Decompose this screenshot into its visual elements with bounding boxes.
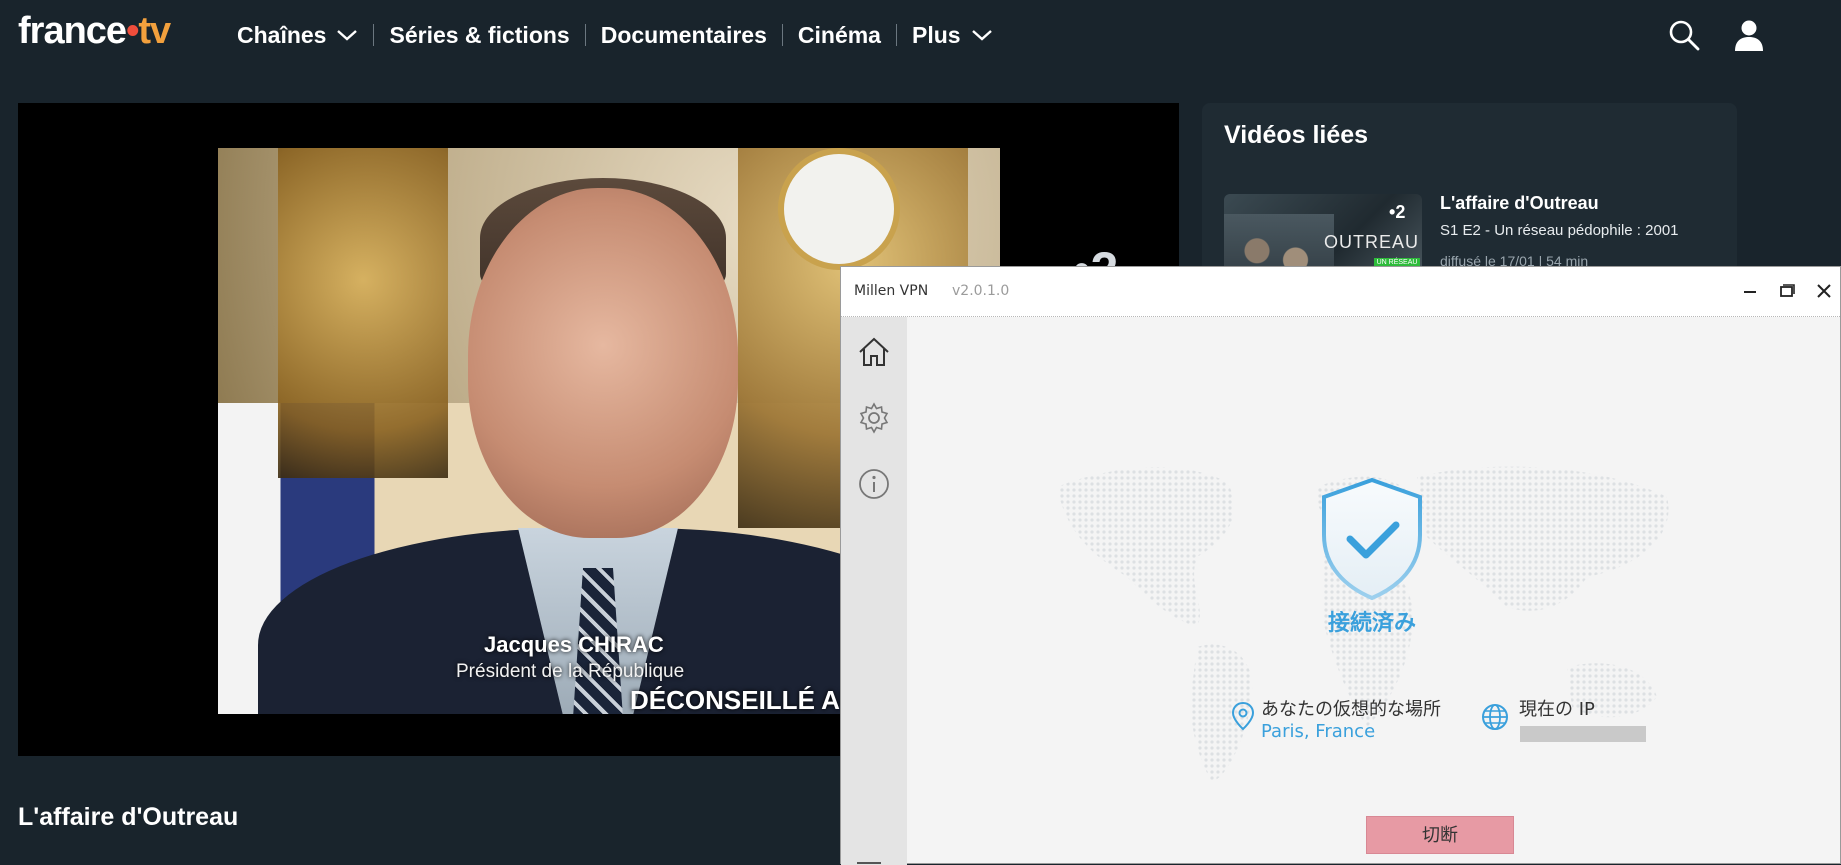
caption-role: Président de la République: [456, 661, 685, 682]
nav-item-plus[interactable]: Plus: [912, 22, 993, 49]
related-item-title[interactable]: L'affaire d'Outreau: [1440, 193, 1599, 214]
globe-icon: [1482, 704, 1508, 730]
vpn-titlebar[interactable]: Millen VPN v2.0.1.0: [841, 267, 1840, 317]
virtual-location-label: あなたの仮想的な場所: [1261, 699, 1441, 720]
vpn-main-panel: 接続済み あなたの仮想的な場所 Paris, France 現在の IP 切断: [907, 317, 1840, 865]
caption-name: Jacques CHIRAC: [484, 632, 664, 657]
francetv-logo[interactable]: france•tv: [18, 10, 171, 53]
nav-label: Cinéma: [797, 21, 881, 48]
search-icon[interactable]: [1667, 18, 1701, 52]
virtual-location-value: Paris, France: [1261, 721, 1376, 742]
info-icon[interactable]: [857, 467, 891, 501]
nav-item-chaines[interactable]: Chaînes: [237, 22, 358, 49]
related-thumbnail[interactable]: •2 OUTREAU UN RÉSEAU: [1224, 194, 1422, 273]
connected-shield-icon: [1322, 477, 1422, 601]
site-header: france•tv Chaînes Séries & fictions Docu…: [0, 0, 1841, 70]
clock-image: [778, 148, 900, 270]
nav-item-series[interactable]: Séries & fictions: [389, 22, 569, 49]
thumb-title-text: OUTREAU: [1324, 232, 1420, 252]
location-pin-icon: [1231, 701, 1255, 731]
vpn-window: Millen VPN v2.0.1.0 接続済み あなたの仮想的な場所 Pari…: [840, 266, 1841, 865]
thumb-channel-logo: •2: [1389, 202, 1406, 222]
logo-brand: france: [18, 10, 127, 52]
current-ip-redacted: [1520, 726, 1646, 742]
nav-label: Documentaires: [600, 21, 767, 48]
nav-label: Plus: [911, 21, 961, 48]
vpn-version: v2.0.1.0: [952, 283, 1010, 299]
gear-icon[interactable]: [857, 401, 891, 435]
close-icon[interactable]: [1812, 279, 1836, 303]
minimize-icon[interactable]: [1738, 279, 1762, 303]
home-icon[interactable]: [857, 335, 891, 369]
related-videos-panel: Vidéos liées •2 OUTREAU UN RÉSEAU L'affa…: [1202, 103, 1737, 273]
nav-divider: [373, 24, 375, 46]
vpn-app-name: Millen VPN: [854, 283, 929, 299]
disconnect-button[interactable]: 切断: [1366, 816, 1514, 854]
restore-icon[interactable]: [1775, 279, 1799, 303]
thumb-channel-number: 2: [1395, 202, 1406, 222]
main-nav: Chaînes Séries & fictions Documentaires …: [237, 18, 993, 52]
account-icon[interactable]: [1732, 18, 1766, 52]
nav-label: Séries & fictions: [389, 21, 570, 48]
nav-divider: [781, 24, 783, 46]
nav-item-documentaires[interactable]: Documentaires: [601, 22, 767, 49]
vpn-sidebar: [841, 317, 907, 865]
nav-item-cinema[interactable]: Cinéma: [798, 22, 881, 49]
chevron-down-icon: [971, 30, 992, 41]
nav-divider: [895, 24, 897, 46]
speaker-face: [468, 188, 738, 538]
nav-label: Chaînes: [237, 21, 327, 48]
chevron-down-icon: [337, 30, 358, 41]
related-heading: Vidéos liées: [1224, 121, 1369, 149]
logo-suffix: tv: [138, 10, 171, 52]
show-title: L'affaire d'Outreau: [18, 803, 239, 831]
related-item-subtitle: S1 E2 - Un réseau pédophile : 2001: [1440, 222, 1679, 239]
nav-divider: [584, 24, 586, 46]
connection-status: 接続済み: [1327, 611, 1416, 636]
current-ip-label: 現在の IP: [1519, 699, 1595, 720]
